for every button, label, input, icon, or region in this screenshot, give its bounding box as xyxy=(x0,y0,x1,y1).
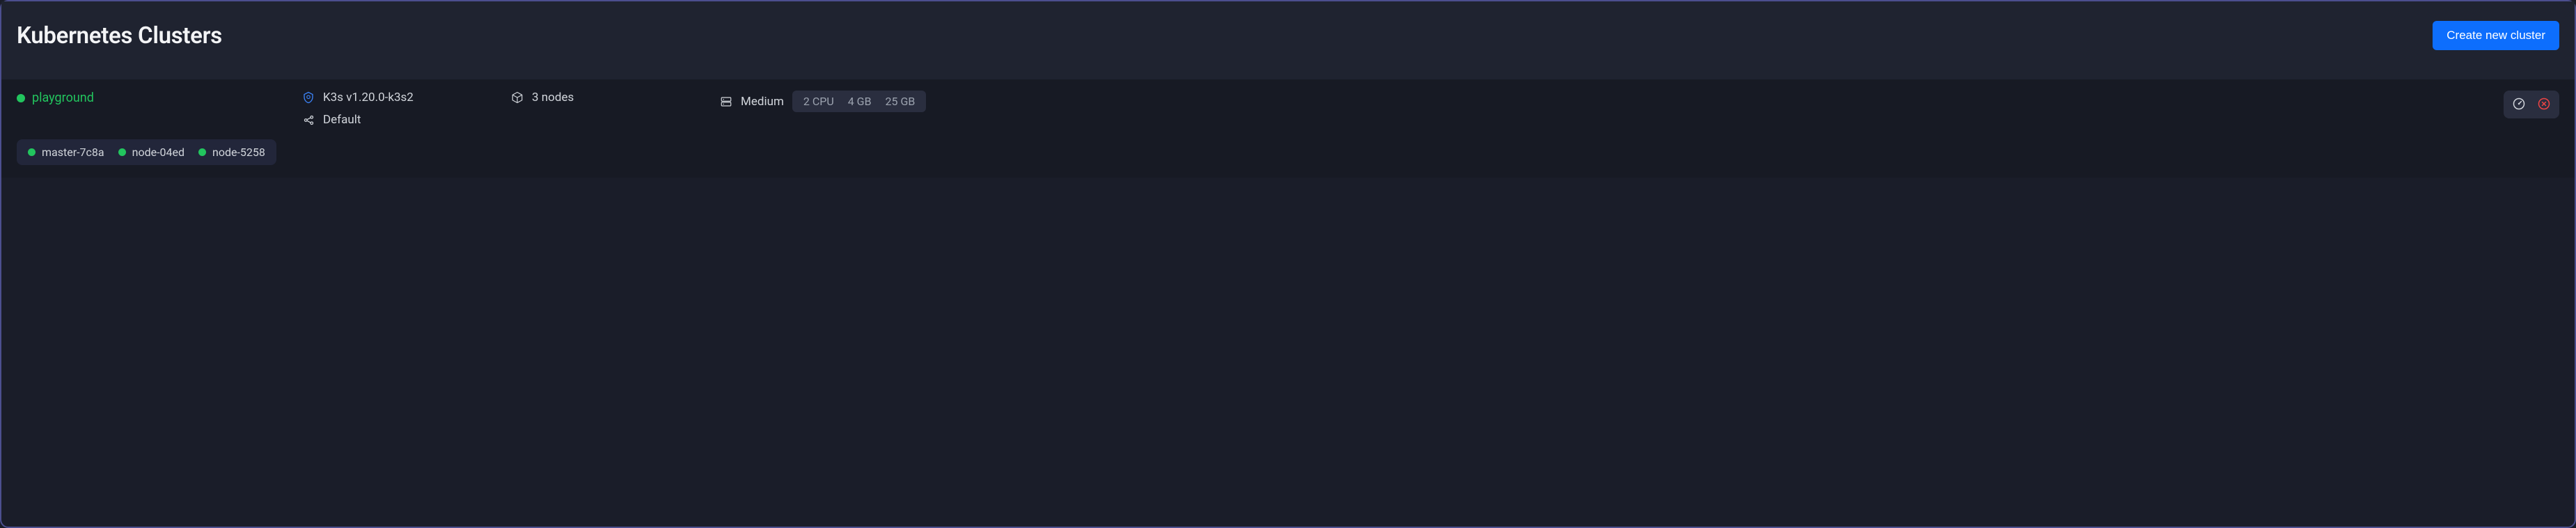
network-info: Default xyxy=(302,113,497,127)
size-label: Medium xyxy=(741,95,784,109)
server-icon xyxy=(720,95,732,108)
node-chip[interactable]: node-04ed xyxy=(118,146,184,159)
node-chip[interactable]: master-7c8a xyxy=(28,146,104,159)
dashboard-button[interactable] xyxy=(2506,93,2531,116)
delete-button[interactable] xyxy=(2531,93,2557,116)
cluster-name: playground xyxy=(32,91,94,105)
size-cell: Medium 2 CPU 4 GB 25 GB xyxy=(720,91,926,112)
spec-cpu: 2 CPU xyxy=(798,93,840,109)
kubernetes-icon xyxy=(302,91,315,104)
cluster-name-cell[interactable]: playground xyxy=(17,91,288,105)
close-circle-icon xyxy=(2537,97,2551,113)
cluster-actions xyxy=(2504,91,2559,118)
cube-icon xyxy=(511,91,524,104)
network-text: Default xyxy=(323,113,361,127)
node-name: node-5258 xyxy=(212,146,265,159)
node-name: node-04ed xyxy=(132,146,184,159)
status-dot-icon xyxy=(17,94,25,102)
node-name: master-7c8a xyxy=(42,146,104,159)
nodes-count-cell: 3 nodes xyxy=(511,91,706,104)
spec-ram: 4 GB xyxy=(842,93,877,109)
share-icon xyxy=(302,114,315,126)
status-dot-icon xyxy=(198,148,206,156)
status-dot-icon xyxy=(118,148,126,156)
spec-chips: 2 CPU 4 GB 25 GB xyxy=(792,91,927,112)
distro-info: K3s v1.20.0-k3s2 xyxy=(302,91,497,104)
status-dot-icon xyxy=(28,148,36,156)
create-cluster-button[interactable]: Create new cluster xyxy=(2433,21,2559,50)
nodes-list: master-7c8a node-04ed node-5258 xyxy=(17,139,276,165)
distro-text: K3s v1.20.0-k3s2 xyxy=(323,91,414,104)
nodes-count-text: 3 nodes xyxy=(532,91,574,104)
page-title: Kubernetes Clusters xyxy=(17,22,222,49)
node-chip[interactable]: node-5258 xyxy=(198,146,265,159)
cluster-row: playground K3s v1.20.0-k3s2 xyxy=(1,79,2575,178)
spec-disk: 25 GB xyxy=(880,93,921,109)
gauge-icon xyxy=(2512,97,2526,113)
